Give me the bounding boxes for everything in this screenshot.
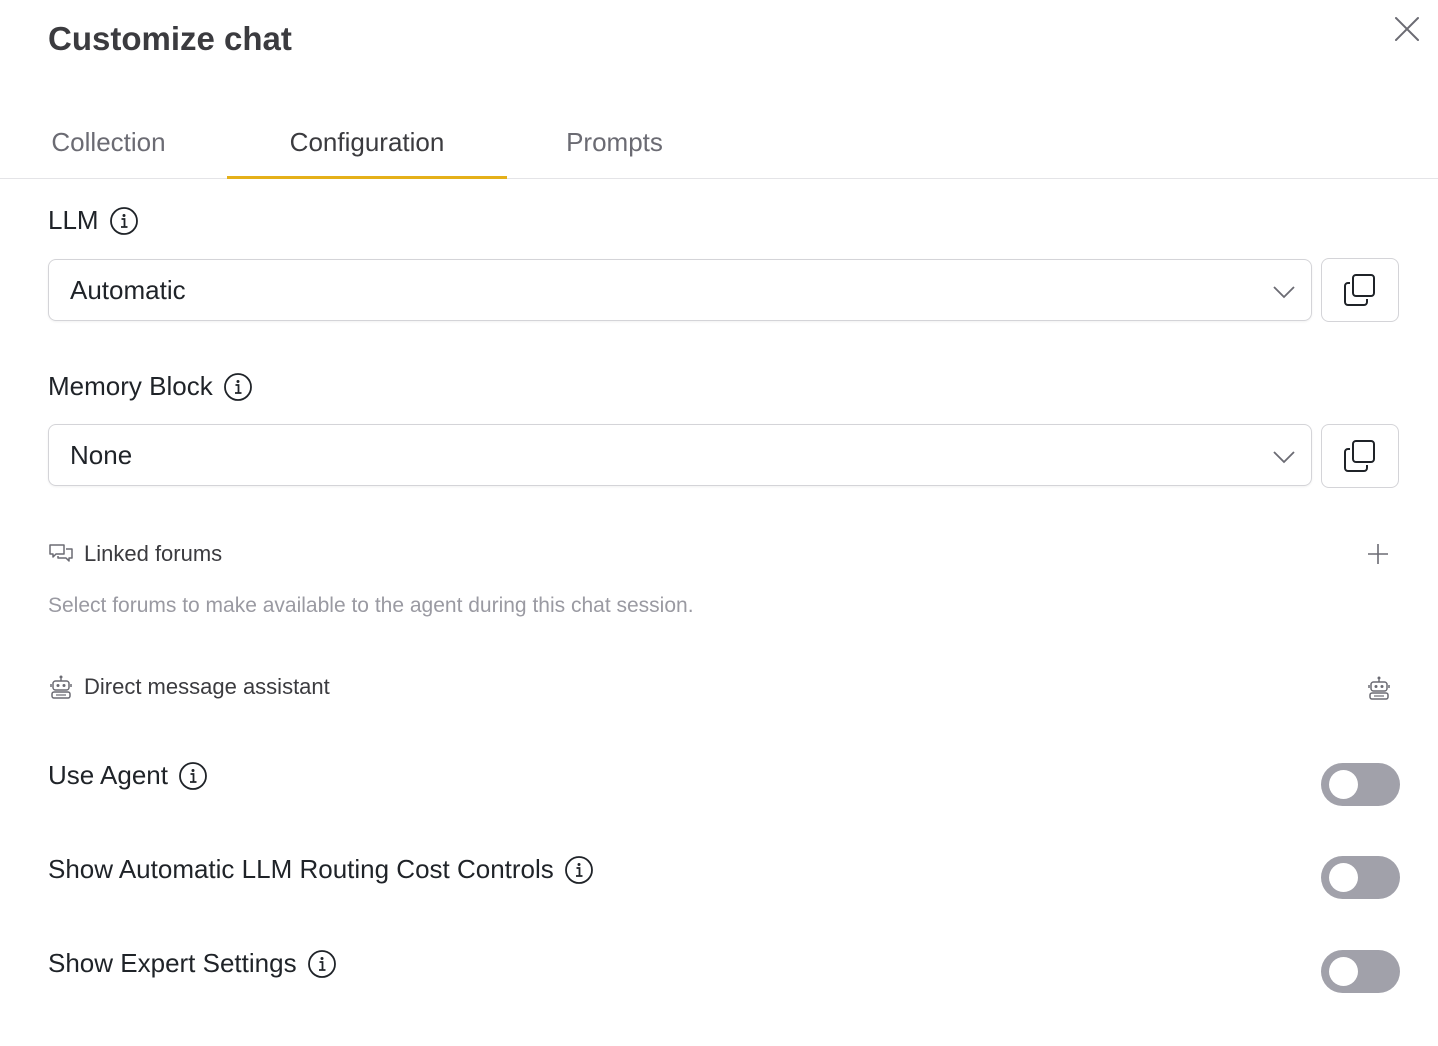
memory-block-label-row: Memory Block (48, 371, 253, 402)
info-icon[interactable] (178, 761, 208, 791)
toggle-knob (1329, 957, 1358, 986)
info-icon[interactable] (223, 372, 253, 402)
plus-icon (1368, 544, 1388, 564)
linked-forums-header: Linked forums (48, 541, 222, 567)
toggle-knob (1329, 863, 1358, 892)
tab-configuration[interactable]: Configuration (227, 106, 507, 179)
memory-block-label: Memory Block (48, 371, 213, 401)
cost-controls-row: Show Automatic LLM Routing Cost Controls (48, 854, 594, 885)
memory-block-select[interactable]: None (48, 424, 1312, 486)
llm-selected-value: Automatic (70, 274, 186, 305)
toggle-knob (1329, 770, 1358, 799)
linked-forums-label: Linked forums (84, 541, 223, 566)
direct-message-header: Direct message assistant (48, 674, 330, 700)
cost-controls-toggle[interactable] (1321, 856, 1400, 899)
tab-bar: Collection Configuration Prompts (0, 106, 1438, 179)
add-forum-button[interactable] (1363, 539, 1393, 569)
info-icon[interactable] (564, 855, 594, 885)
copy-icon (1344, 274, 1375, 306)
expert-settings-label: Show Expert Settings (48, 948, 297, 978)
cost-controls-label: Show Automatic LLM Routing Cost Controls (48, 854, 554, 884)
close-icon (1395, 17, 1419, 41)
chevron-down-icon (1273, 451, 1295, 464)
direct-message-label: Direct message assistant (84, 674, 330, 699)
tab-collection[interactable]: Collection (48, 106, 169, 178)
linked-forums-description: Select forums to make available to the a… (48, 594, 694, 617)
tab-prompts[interactable]: Prompts (563, 106, 666, 178)
llm-label-row: LLM (48, 205, 139, 236)
info-icon[interactable] (307, 949, 337, 979)
memory-block-copy-button[interactable] (1321, 424, 1399, 488)
copy-icon (1344, 440, 1375, 472)
llm-select[interactable]: Automatic (48, 259, 1312, 321)
expert-settings-toggle[interactable] (1321, 950, 1400, 993)
info-icon[interactable] (109, 206, 139, 236)
llm-label: LLM (48, 205, 99, 235)
use-agent-row: Use Agent (48, 760, 208, 791)
memory-block-selected-value: None (70, 439, 133, 470)
llm-copy-button[interactable] (1321, 258, 1399, 322)
chat-bubbles-icon (48, 541, 74, 567)
expert-settings-row: Show Expert Settings (48, 948, 337, 979)
robot-icon (1368, 676, 1390, 700)
close-button[interactable] (1390, 12, 1424, 46)
robot-icon (48, 674, 74, 700)
use-agent-toggle[interactable] (1321, 763, 1400, 806)
use-agent-label: Use Agent (48, 760, 168, 790)
dialog-title: Customize chat (48, 20, 292, 57)
chevron-down-icon (1273, 286, 1295, 299)
select-assistant-button[interactable] (1364, 673, 1394, 703)
